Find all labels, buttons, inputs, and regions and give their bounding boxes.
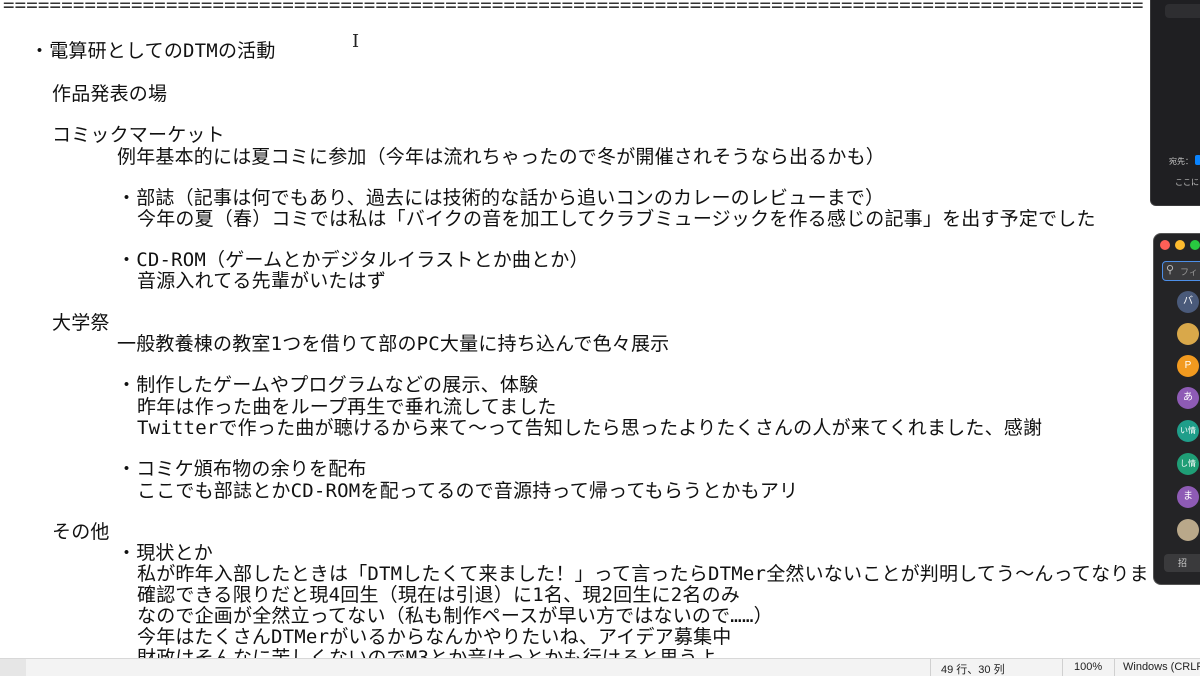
avatar[interactable] [1177,323,1199,345]
zoom-level[interactable]: 100% [1074,661,1102,673]
message-window[interactable]: 宛先： ここに [1150,0,1200,206]
section-works: 作品発表の場 [52,83,168,105]
search-placeholder: フィ [1180,267,1198,277]
invite-button[interactable]: 招 [1164,554,1200,572]
minimize-button[interactable] [1175,240,1185,250]
status-separator [930,659,931,676]
separator-line: ========================================… [3,0,1144,16]
avatar[interactable]: P [1177,355,1199,377]
status-separator [1114,659,1115,676]
text-line: 昨年は作った曲をループ再生で垂れ流してました [137,396,557,418]
text-line: ・部誌（記事は何でもあり、過去には技術的な話から追いコンのカレーのレビューまで） [117,187,885,209]
text-cursor-icon: I [352,31,360,52]
avatar[interactable]: あ [1177,387,1199,409]
text-line: Twitterで作った曲が聴けるから来て〜って告知したら思ったよりたくさんの人が… [137,417,1043,439]
to-label: 宛先： [1169,157,1193,166]
close-button[interactable] [1160,240,1170,250]
text-line: ・現状とか [117,542,214,564]
section-comiket: コミックマーケット [52,124,225,146]
status-bar-left-area [0,659,26,676]
text-line: なので企画が全然立ってない（私も制作ペースが早い方ではないので……） [137,605,773,627]
text-line: 例年基本的には夏コミに参加（今年は流れちゃったので冬が開催されそうなら出るかも） [117,146,886,168]
avatar[interactable]: し情 [1177,453,1199,475]
recipient-token[interactable] [1195,155,1200,165]
text-line: ここでも部誌とかCD-ROMを配ってるので音源持って帰ってもらうとかもアリ [137,480,799,502]
avatar[interactable] [1177,519,1199,541]
text-line: 確認できる限りだと現4回生（現在は引退）に1名、現2回生に2名のみ [137,584,740,606]
avatar[interactable]: バ [1177,291,1199,313]
status-bar: 49 行、30 列 100% Windows (CRLF) [0,658,1200,676]
avatar[interactable]: ま [1177,486,1199,508]
text-line: 一般教養棟の教室1つを借りて部のPC大量に持ち込んで色々展示 [117,333,670,355]
section-festival: 大学祭 [52,312,110,334]
member-list-window[interactable]: ⚲ フィ バ P あ い情 し情 ま 招 [1153,233,1200,585]
text-line: 私が昨年入部したときは「DTMしたくて来ました！」って言ったらDTMer全然いな… [137,563,1150,585]
member-search-input[interactable]: ⚲ フィ [1162,261,1200,281]
text-line: ・CD-ROM（ゲームとかデジタルイラストとか曲とか） [117,249,589,271]
section-other: その他 [52,521,110,543]
text-line: 今年はたくさんDTMerがいるからなんかやりたいね、アイデア募集中 [137,626,732,648]
line-ending-encoding[interactable]: Windows (CRLF) [1123,661,1200,673]
text-line: ・制作したゲームやプログラムなどの展示、体験 [117,374,539,396]
heading-dtm-activity: ・電算研としてのDTMの活動 [30,40,276,62]
text-line: 財政はそんなに苦しくないのでM3とか音けっとかも行けると思うよ [137,647,718,658]
text-line: ・コミケ頒布物の余りを配布 [117,458,367,480]
message-input[interactable]: ここに [1175,177,1199,188]
avatar[interactable]: い情 [1177,420,1199,442]
message-window-toolbar [1165,4,1200,18]
text-line: 今年の夏（春）コミでは私は「バイクの音を加工してクラブミュージックを作る感じの記… [137,208,1096,230]
text-line: 音源入れてる先輩がいたはず [137,270,387,292]
maximize-button[interactable] [1190,240,1200,250]
search-icon: ⚲ [1166,263,1175,276]
status-separator [1062,659,1063,676]
text-editor[interactable]: ========================================… [0,0,1150,658]
